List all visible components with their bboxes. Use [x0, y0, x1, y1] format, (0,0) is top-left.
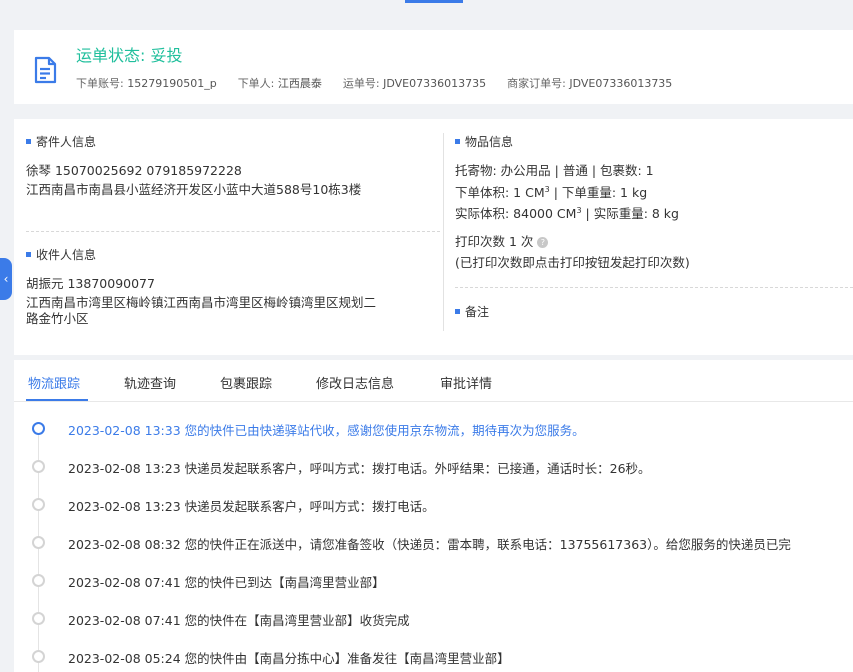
sender-section-title: 寄件人信息: [26, 133, 96, 150]
tab-approval-details[interactable]: 审批详情: [440, 373, 492, 392]
order-account-label: 下单账号:: [76, 77, 124, 90]
waybill-status: 运单状态: 妥投: [76, 46, 183, 65]
column-divider: [443, 133, 444, 331]
top-tab-indicator: [405, 0, 463, 3]
receiver-address-line2: 路金竹小区: [26, 311, 89, 326]
tab-package-tracking[interactable]: 包裹跟踪: [220, 373, 272, 392]
remark-section-title: 备注: [455, 303, 489, 320]
tracking-card: 物流跟踪 轨迹查询 包裹跟踪 修改日志信息 审批详情 2023-02-08 13…: [14, 360, 853, 672]
waybill-header: 运单状态: 妥投 下单账号: 15279190501_p 下单人: 江西晨泰 运…: [14, 30, 853, 104]
info-card: 寄件人信息 徐琴 15070025692 079185972228 江西南昌市南…: [14, 119, 853, 355]
goods-order-volume-weight: 下单体积: 1 CM3 | 下单重量: 1 kg: [455, 185, 648, 201]
help-icon[interactable]: ?: [537, 237, 549, 248]
print-count: 打印次数 1 次?: [455, 233, 549, 250]
chevron-left-icon: ‹: [3, 272, 9, 286]
section-divider: [26, 231, 440, 232]
timeline-item: 2023-02-08 05:24 您的快件由【南昌分拣中心】准备发往【南昌湾里营…: [14, 646, 853, 666]
goods-item-line: 托寄物: 办公用品 | 普通 | 包裹数: 1: [455, 163, 654, 178]
goods-actual-volume-weight: 实际体积: 84000 CM3 | 实际重量: 8 kg: [455, 206, 679, 222]
active-tab-underline: [26, 399, 88, 401]
timeline-dot: [32, 612, 45, 625]
timeline-item: 2023-02-08 13:23 快递员发起联系客户，呼叫方式：拨打电话。外呼结…: [14, 456, 853, 476]
tab-change-log[interactable]: 修改日志信息: [316, 373, 394, 392]
tab-logistics-tracking[interactable]: 物流跟踪: [28, 373, 80, 392]
sender-name-phone: 徐琴 15070025692 079185972228: [26, 163, 242, 178]
goods-section-title: 物品信息: [455, 133, 513, 150]
timeline-dot: [32, 460, 45, 473]
tab-trajectory-query[interactable]: 轨迹查询: [124, 373, 176, 392]
receiver-section-title: 收件人信息: [26, 246, 96, 263]
timeline-item: 2023-02-08 08:32 您的快件正在派送中，请您准备签收（快递员：雷本…: [14, 532, 853, 552]
sender-address: 江西南昌市南昌县小蓝经济开发区小蓝中大道588号10栋3楼: [26, 182, 362, 197]
document-icon: [34, 56, 57, 84]
receiver-name-phone: 胡振元 13870090077: [26, 276, 155, 291]
merchant-order-value: JDVE07336013735: [569, 77, 673, 90]
timeline-item: 2023-02-08 13:33 您的快件已由快递驿站代收，感谢您使用京东物流，…: [14, 418, 853, 438]
waybill-value: JDVE07336013735: [383, 77, 487, 90]
collapse-sidebar-button[interactable]: ‹: [0, 258, 12, 300]
timeline-item: 2023-02-08 07:41 您的快件已到达【南昌湾里营业部】: [14, 570, 853, 590]
timeline-dot: [32, 498, 45, 511]
waybill-meta: 下单账号: 15279190501_p 下单人: 江西晨泰 运单号: JDVE0…: [76, 75, 672, 91]
timeline-dot: [32, 536, 45, 549]
receiver-address-line1: 江西南昌市湾里区梅岭镇江西南昌市湾里区梅岭镇湾里区规划二: [26, 295, 377, 310]
timeline-dot: [32, 650, 45, 663]
order-account-value: 15279190501_p: [127, 77, 217, 90]
timeline-item: 2023-02-08 13:23 快递员发起联系客户，呼叫方式：拨打电话。: [14, 494, 853, 514]
orderer-label: 下单人:: [237, 77, 275, 90]
merchant-order-label: 商家订单号:: [507, 77, 566, 90]
section-divider: [455, 287, 853, 288]
orderer-value: 江西晨泰: [277, 77, 322, 90]
tracking-tabs: 物流跟踪 轨迹查询 包裹跟踪 修改日志信息 审批详情: [14, 360, 853, 402]
waybill-label: 运单号:: [342, 77, 380, 90]
timeline-dot: [32, 422, 45, 435]
timeline-item: 2023-02-08 07:41 您的快件在【南昌湾里营业部】收货完成: [14, 608, 853, 628]
print-count-hint: (已打印次数即点击打印按钮发起打印次数): [455, 255, 690, 270]
timeline-dot: [32, 574, 45, 587]
